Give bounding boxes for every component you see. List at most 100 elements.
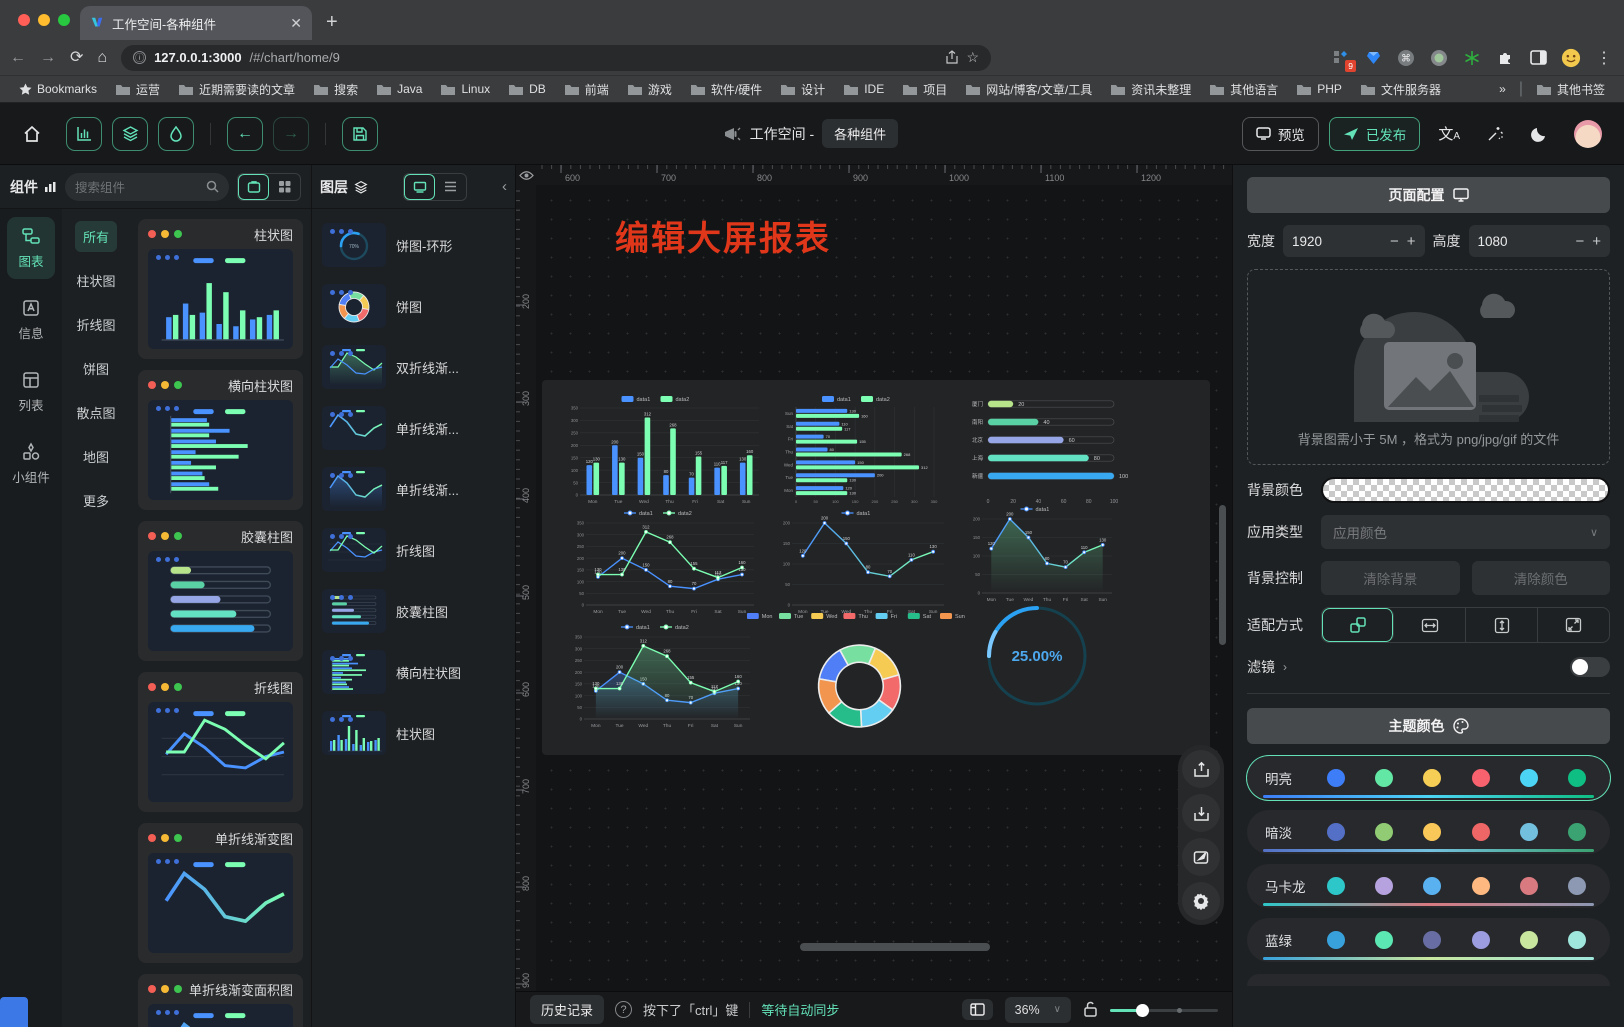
other-bookmarks-folder[interactable]: 其他书签 xyxy=(1529,79,1612,100)
bookmark-folder[interactable]: Linux xyxy=(433,79,497,100)
layer-item[interactable]: 折线图 xyxy=(322,528,505,572)
undo-button[interactable]: ← xyxy=(227,117,263,151)
magic-wand-icon[interactable] xyxy=(1486,125,1504,143)
bookmark-folder[interactable]: 游戏 xyxy=(620,79,679,100)
clear-color-button[interactable]: 清除颜色 xyxy=(1472,561,1611,595)
sidebar-tab-charts[interactable]: 图表 xyxy=(7,217,55,279)
canvas-area[interactable]: 编辑大屏报表 data1data2050100150200250300350Mo… xyxy=(536,185,1232,991)
bookmark-folder[interactable]: 软件/硬件 xyxy=(683,79,769,100)
category-item[interactable]: 折线图 xyxy=(68,309,123,340)
bookmark-folder[interactable]: Java xyxy=(369,79,429,100)
search-input[interactable]: 搜索组件 xyxy=(65,173,229,201)
bookmark-folder[interactable]: 文件服务器 xyxy=(1353,79,1448,100)
history-button[interactable]: 历史记录 xyxy=(530,995,604,1024)
maximize-window-button[interactable] xyxy=(58,14,70,26)
save-button[interactable] xyxy=(342,117,378,151)
line-chart-widget[interactable]: data1data2050100150200250300350MonTueWed… xyxy=(564,506,762,618)
ring-progress-widget[interactable]: 25.00% xyxy=(962,600,1112,712)
browser-tab[interactable]: 工作空间-各种组件 ✕ xyxy=(80,6,312,40)
background-color-swatch[interactable] xyxy=(1321,477,1610,503)
back-button[interactable]: ← xyxy=(10,50,26,66)
fit-stretch-button[interactable] xyxy=(1538,608,1609,642)
minimize-window-button[interactable] xyxy=(38,14,50,26)
bookmark-folder[interactable]: PHP xyxy=(1289,79,1349,100)
user-avatar[interactable] xyxy=(1574,120,1602,148)
profile-avatar[interactable] xyxy=(1561,48,1581,68)
sidebar-tab-info[interactable]: 信息 xyxy=(7,289,55,351)
forward-button[interactable]: → xyxy=(40,50,56,66)
collapse-panel-icon[interactable]: ‹ xyxy=(502,178,507,195)
layers-mode-button[interactable] xyxy=(112,117,148,151)
extensions-puzzle-icon[interactable] xyxy=(1495,48,1515,68)
sidebar-tab-list[interactable]: 列表 xyxy=(7,361,55,423)
page-config-header[interactable]: 页面配置 xyxy=(1247,177,1610,213)
donut-chart-widget[interactable]: MonTueWedThuFriSatSun xyxy=(747,608,972,748)
bar-chart-widget[interactable]: data1data2050100150200250300350MonTueWed… xyxy=(558,392,763,508)
close-window-button[interactable] xyxy=(18,14,30,26)
minus-button[interactable]: − xyxy=(1390,233,1399,250)
canvas-text-widget[interactable]: 编辑大屏报表 xyxy=(615,211,831,260)
redo-button[interactable]: → xyxy=(273,117,309,151)
theme-row-partial[interactable] xyxy=(1247,974,1610,986)
bookmark-folder[interactable]: 项目 xyxy=(895,79,954,100)
home-button[interactable]: ⌂ xyxy=(97,50,107,66)
bookmarks-overflow-button[interactable]: » xyxy=(1492,80,1513,98)
tab-close-icon[interactable]: ✕ xyxy=(290,15,302,32)
settings-gear-icon[interactable] xyxy=(1182,882,1220,920)
bookmark-star-icon[interactable]: ☆ xyxy=(967,49,980,66)
width-stepper[interactable]: 1920 − + xyxy=(1283,225,1425,257)
new-tab-button[interactable]: + xyxy=(326,11,338,34)
layer-item[interactable]: 70%饼图-环形 xyxy=(322,223,505,267)
layer-item[interactable]: 双折线渐... xyxy=(322,345,505,389)
layer-item[interactable]: 横向柱状图 xyxy=(322,650,505,694)
app-type-select[interactable]: 应用颜色 ∨ xyxy=(1321,515,1610,549)
gradient-line-chart-widget[interactable]: data1050100150200MonTueWedThuFriSatSun12… xyxy=(770,506,952,618)
bookmark-folder[interactable]: 其他语言 xyxy=(1202,79,1285,100)
green-circle-extension-icon[interactable] xyxy=(1429,48,1449,68)
category-item[interactable]: 散点图 xyxy=(68,397,123,428)
background-upload-dropzone[interactable]: 背景图需小于 5M ，格式为 png/jpg/gif 的文件 xyxy=(1247,269,1610,465)
layer-item[interactable]: 饼图 xyxy=(322,284,505,328)
bookmark-folder[interactable]: 前端 xyxy=(557,79,616,100)
minus-button[interactable]: − xyxy=(1575,233,1584,250)
category-item[interactable]: 所有 xyxy=(75,221,117,252)
zoom-slider[interactable] xyxy=(1110,1003,1218,1017)
fit-width-button[interactable] xyxy=(1394,608,1466,642)
layer-item[interactable]: 单折线渐... xyxy=(322,406,505,450)
plus-button[interactable]: + xyxy=(1407,233,1416,250)
language-toggle-icon[interactable]: 文A xyxy=(1438,123,1460,144)
single-view-toggle[interactable] xyxy=(238,174,269,200)
bookmarks-manager[interactable]: Bookmarks xyxy=(12,80,104,98)
bookmark-folder[interactable]: 设计 xyxy=(773,79,832,100)
thumbnail-view-toggle[interactable] xyxy=(404,174,435,200)
height-stepper[interactable]: 1080 − + xyxy=(1469,225,1611,257)
dark-mode-moon-icon[interactable] xyxy=(1530,125,1548,143)
bookmark-folder[interactable]: 搜索 xyxy=(306,79,365,100)
gradient-area-chart-widget[interactable]: data1050100150200MonTueWedThuFriSatSun12… xyxy=(960,502,1120,606)
list-view-toggle[interactable] xyxy=(435,174,466,200)
dual-gradient-area-chart-widget[interactable]: data1data2050100150200250300350MonTueWed… xyxy=(562,620,758,732)
zoom-select[interactable]: 36%∨ xyxy=(1005,997,1071,1023)
address-bar[interactable]: ⓘ 127.0.0.1:3000 /#/chart/home/9 ☆ xyxy=(121,45,991,71)
sidebar-panel-icon[interactable] xyxy=(1528,48,1548,68)
bookmark-folder[interactable]: 网站/博客/文章/工具 xyxy=(958,79,1099,100)
chevron-right-icon[interactable]: › xyxy=(1283,660,1287,674)
component-card[interactable]: 胶囊柱图 xyxy=(138,521,303,661)
component-card[interactable]: 单折线渐变面积图 xyxy=(138,974,303,1027)
dashboard-panel[interactable]: data1data2050100150200250300350MonTueWed… xyxy=(542,380,1210,755)
theme-color-header[interactable]: 主题颜色 xyxy=(1247,708,1610,744)
category-item[interactable]: 地图 xyxy=(75,441,117,472)
component-card[interactable]: 折线图 xyxy=(138,672,303,812)
bookmark-folder[interactable]: IDE xyxy=(836,79,891,100)
theme-row-马卡龙[interactable]: 马卡龙 xyxy=(1247,864,1610,908)
green-star-extension-icon[interactable] xyxy=(1462,48,1482,68)
theme-row-蓝绿[interactable]: 蓝绿 xyxy=(1247,918,1610,962)
edit-button[interactable] xyxy=(1182,838,1220,876)
theme-row-明亮[interactable]: 明亮 xyxy=(1247,756,1610,800)
component-card[interactable]: 横向柱状图 xyxy=(138,370,303,510)
horizontal-scrollbar[interactable] xyxy=(800,943,990,951)
grid-view-toggle[interactable] xyxy=(269,174,300,200)
component-card[interactable]: 柱状图 xyxy=(138,219,303,359)
help-icon[interactable]: ? xyxy=(615,1001,632,1018)
theme-row-暗淡[interactable]: 暗淡 xyxy=(1247,810,1610,854)
